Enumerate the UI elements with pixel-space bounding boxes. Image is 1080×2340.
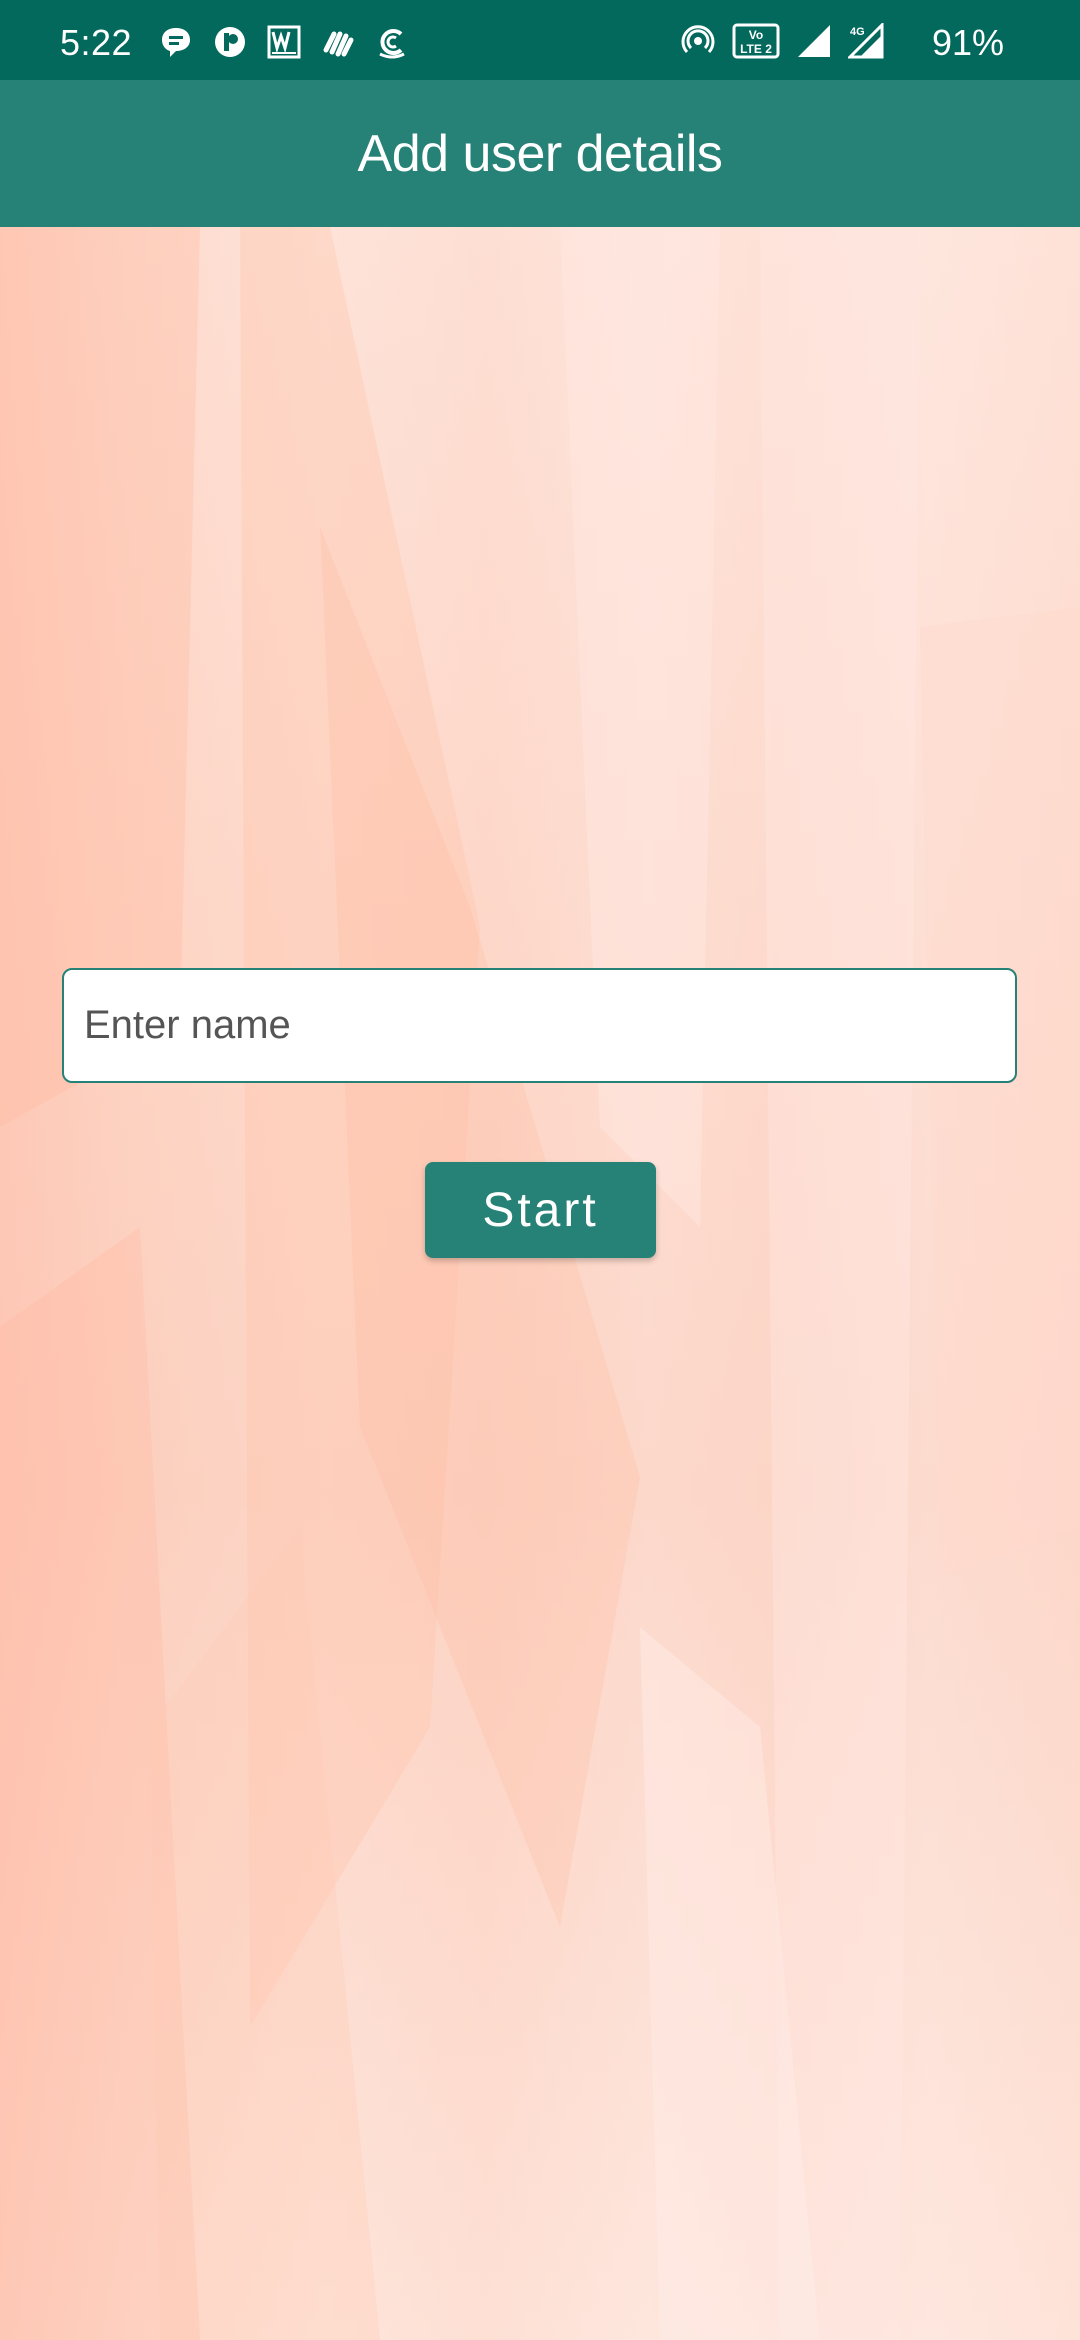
svg-text:LTE 2: LTE 2 (740, 42, 772, 56)
notification-icons (158, 22, 410, 62)
status-bar: 5:22 Vo LTE 2 4G 91% (0, 0, 1080, 80)
system-icons: Vo LTE 2 4G (680, 20, 884, 62)
c-app-icon (379, 29, 405, 59)
chat-bubble-icon (162, 28, 190, 57)
app-icon (215, 27, 245, 57)
start-button[interactable]: Start (425, 1162, 656, 1258)
svg-text:4G: 4G (850, 26, 865, 38)
signal-4g-icon: 4G (848, 23, 884, 59)
status-time: 5:22 (60, 22, 133, 63)
watercolor-texture (0, 227, 1080, 2340)
app-bar: Add user details (0, 80, 1080, 227)
hotspot-icon (681, 25, 715, 54)
volte-icon: Vo LTE 2 (732, 23, 780, 59)
watercolor-background (0, 227, 1080, 2340)
svg-text:Vo: Vo (749, 28, 763, 42)
hands-icon (323, 31, 354, 57)
page-title: Add user details (357, 124, 723, 183)
name-input[interactable] (62, 968, 1017, 1083)
battery-level: 91% (931, 22, 1004, 63)
word-icon (267, 25, 301, 59)
signal-icon (798, 25, 830, 57)
